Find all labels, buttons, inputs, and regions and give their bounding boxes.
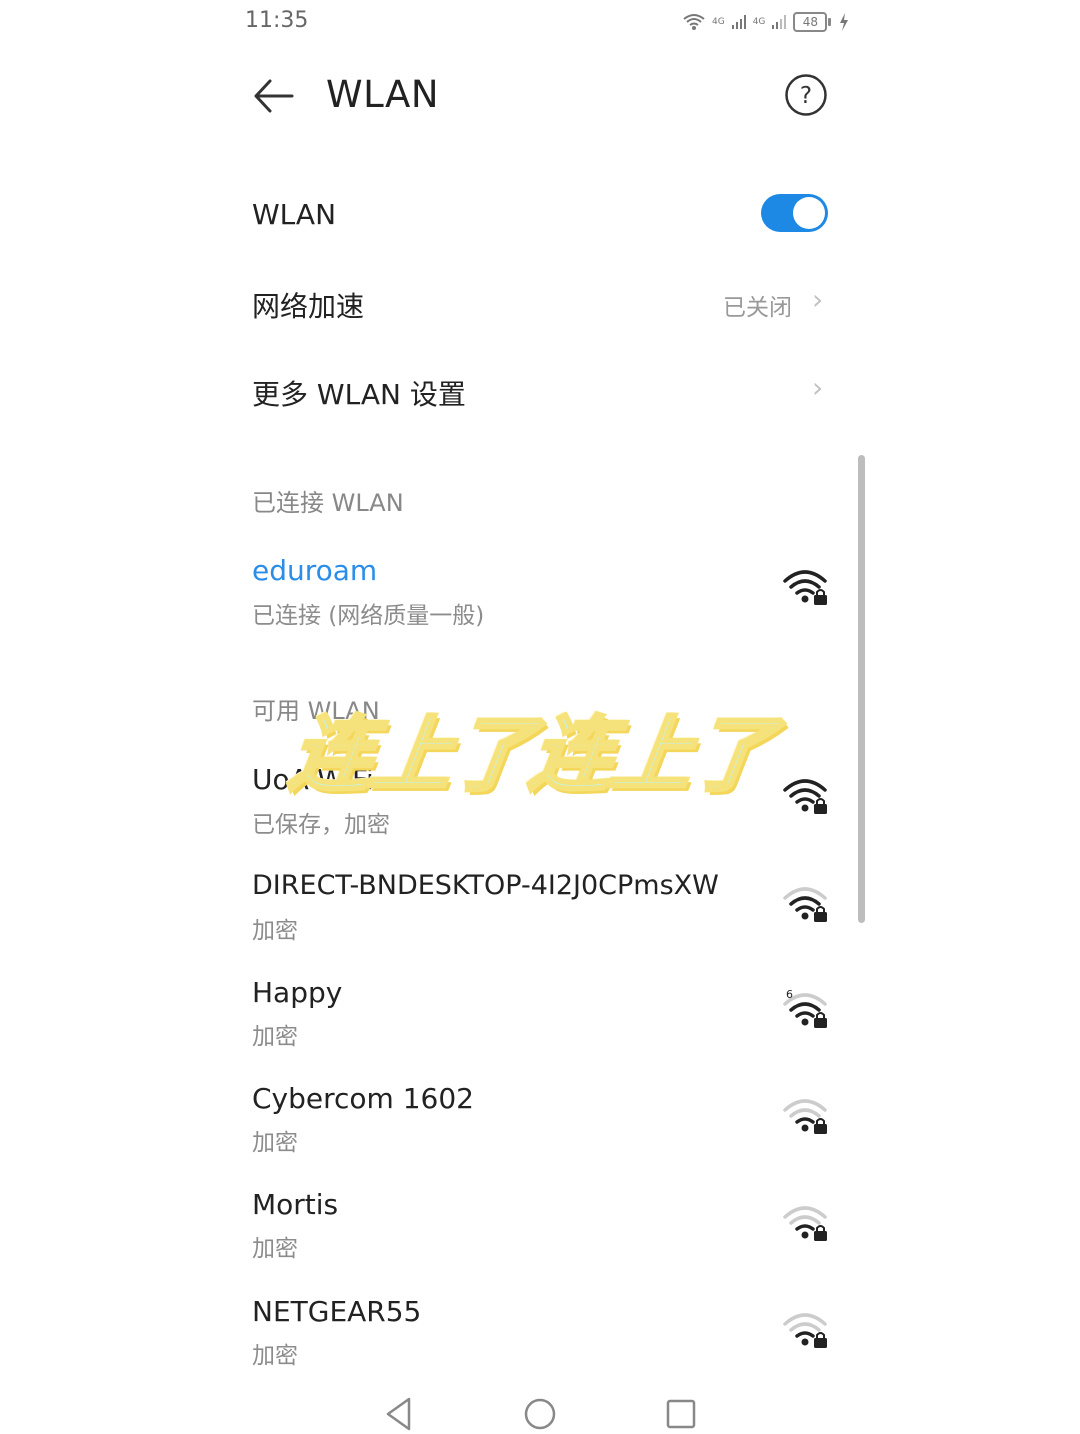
network-ssid[interactable]: NETGEAR55 [252,1295,421,1328]
wifi-locked-icon [783,1206,827,1241]
wlan-toggle-label: WLAN [252,198,337,231]
network-acceleration-row[interactable]: 网络加速 [252,285,364,325]
signal-icon-1 [731,15,746,29]
wifi-locked-icon [783,1313,827,1348]
nav-recents-icon[interactable] [661,1394,701,1434]
wifi-locked-icon [783,887,827,922]
network-ssid[interactable]: Happy [252,976,342,1009]
wifi-locked-icon [783,779,827,814]
network-type-1: 4G [712,16,725,27]
charging-icon [840,13,849,31]
wifi-status-icon [683,14,705,30]
network-status: 已保存，加密 [252,812,390,838]
status-time: 11:35 [245,8,309,33]
network-status: 加密 [252,1343,298,1369]
chevron-right-icon: › [812,371,824,404]
nav-home-icon[interactable] [520,1394,560,1434]
chevron-right-icon: › [812,283,824,316]
connected-network-ssid[interactable]: eduroam [252,554,377,587]
network-status: 加密 [252,1130,298,1156]
connected-section-title: 已连接 WLAN [252,489,404,517]
wifi-locked-icon [783,570,827,605]
nav-back-icon[interactable] [380,1394,420,1434]
connected-network-status: 已连接 (网络质量一般) [252,603,485,629]
wifi-locked-icon [783,1099,827,1134]
network-ssid[interactable]: Cybercom 1602 [252,1082,474,1115]
network-status: 加密 [252,918,298,944]
network-ssid[interactable]: Mortis [252,1188,338,1221]
network-status: 加密 [252,1236,298,1262]
network-ssid[interactable]: DIRECT-BNDESKTOP-4I2J0CPmsXW [252,870,719,901]
network-type-2: 4G [752,16,766,27]
page-title: WLAN [326,73,440,116]
help-icon[interactable]: ? [784,73,828,117]
battery-icon: 48 [793,12,832,32]
scrollbar[interactable] [858,455,865,923]
svg-text:?: ? [800,83,812,109]
status-icons: 4G 4G 48 [682,8,849,36]
back-arrow-icon[interactable] [252,76,294,116]
more-wlan-settings-row[interactable]: 更多 WLAN 设置 [252,373,466,413]
wifi-6-badge: 6 [786,988,793,1001]
wlan-toggle-switch[interactable] [761,194,828,232]
network-acceleration-value: 已关闭 [723,295,792,321]
toggle-knob [793,197,825,229]
signal-icon-2 [772,15,787,29]
network-status: 加密 [252,1024,298,1050]
overlay-caption: 连上了连上了 [283,707,779,805]
